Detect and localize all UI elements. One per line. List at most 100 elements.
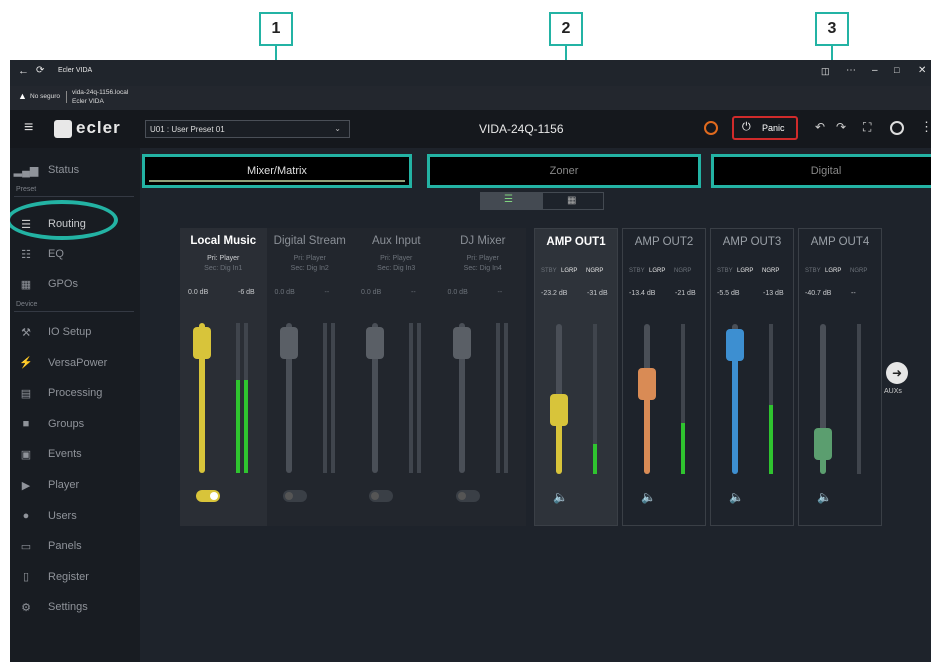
wrench-icon: ⚒ — [21, 326, 31, 339]
ngrp-label: NGRP — [586, 268, 604, 274]
channel-enable-toggle[interactable] — [455, 490, 480, 502]
more-icon[interactable]: ⋯ — [846, 65, 856, 76]
maximize-icon[interactable]: □ — [894, 65, 899, 75]
sidebar-item-routing[interactable]: ☰ Routing — [16, 212, 136, 236]
fader-knob[interactable] — [814, 428, 832, 460]
level-meter — [244, 323, 248, 473]
fader-knob[interactable] — [638, 368, 656, 400]
callout-2: 2 — [549, 12, 583, 46]
redo-icon[interactable]: ↷ — [836, 120, 846, 134]
speaker-icon: ■ — [22, 417, 30, 430]
help-icon[interactable] — [890, 121, 904, 135]
mute-speaker-icon[interactable]: 🔈 — [641, 491, 659, 505]
sidebar-item-eq[interactable]: ☷ EQ — [16, 242, 136, 266]
mute-speaker-icon[interactable]: 🔈 — [553, 491, 571, 505]
aux-next-button[interactable]: ➜ — [886, 362, 908, 384]
tab-digital[interactable]: Digital — [711, 154, 931, 188]
mute-speaker-icon[interactable]: 🔈 — [817, 491, 835, 505]
level-meter — [769, 324, 773, 474]
input-channel-name[interactable]: DJ Mixer — [440, 235, 527, 247]
output-peak-value: -21 dB — [675, 290, 696, 297]
output-peak-value: -13 dB — [763, 290, 784, 297]
address-bar[interactable]: ▲ No seguro vida-24q-1156.local Ecler VI… — [10, 86, 931, 110]
channel-enable-toggle[interactable] — [282, 490, 307, 502]
device-title: VIDA-24Q-1156 — [479, 122, 564, 136]
fader-knob[interactable] — [366, 326, 384, 359]
fader-knob[interactable] — [550, 393, 568, 426]
output-channel-name[interactable]: AMP OUT3 — [711, 236, 793, 248]
sidebar-item-register[interactable]: ▯ Register — [16, 565, 136, 589]
browser-titlebar: ← ⟳ Ecler VIDA ◫ ⋯ – □ ✕ — [10, 60, 931, 86]
sidebar-item-label: Status — [48, 164, 80, 176]
tab-label: Zoner — [549, 165, 579, 177]
panel-icon: ▭ — [20, 540, 32, 553]
sidebar-item-io-setup[interactable]: ⚒ IO Setup — [16, 320, 136, 344]
fullscreen-icon[interactable]: ⛶ — [863, 120, 871, 135]
fader-knob[interactable] — [726, 329, 744, 361]
output-gain-value: -23.2 dB — [541, 290, 568, 297]
level-meter-fill — [769, 405, 773, 474]
undo-icon[interactable]: ↶ — [815, 120, 825, 134]
grid-icon: ▦ — [567, 195, 577, 206]
address-host[interactable]: vida-24q-1156.local — [72, 89, 128, 96]
output-channel: AMP OUT4 STBY LGRP NGRP -40.7 dB -- 🔈 — [798, 228, 882, 526]
fader-knob[interactable] — [193, 326, 211, 359]
reload-icon[interactable]: ⟳ — [36, 65, 44, 76]
output-channel-name[interactable]: AMP OUT4 — [799, 236, 881, 248]
output-channel-name[interactable]: AMP OUT2 — [623, 236, 705, 248]
view-toggle-sliders[interactable]: ☰ — [480, 192, 542, 210]
input-primary-source: Pri: Player — [380, 255, 413, 262]
output-peak-value: -31 dB — [587, 290, 608, 297]
input-channel-name[interactable]: Aux Input — [353, 235, 440, 247]
sidebar-item-groups[interactable]: ■ Groups — [16, 412, 136, 436]
preset-select[interactable]: U01 : User Preset 01 ⌄ — [145, 120, 350, 138]
toggle-knob — [210, 492, 218, 500]
panic-button[interactable]: ⏻ Panic — [732, 116, 798, 140]
tab-mixer-matrix[interactable]: Mixer/Matrix — [142, 154, 412, 188]
output-channel-name[interactable]: AMP OUT1 — [535, 236, 617, 248]
channel-enable-toggle[interactable] — [196, 490, 220, 502]
bell-icon[interactable] — [704, 121, 718, 135]
input-channel: Aux Input Pri: Player Sec: Dig In3 0.0 dB -- — [353, 228, 440, 526]
sidebar-item-versapower[interactable]: ⚡ VersaPower — [16, 351, 136, 375]
input-gain-value: 0.0 dB — [188, 289, 209, 296]
fader-knob[interactable] — [452, 326, 471, 359]
view-toggle-matrix[interactable]: ▦ — [542, 192, 604, 210]
sidebar-item-player[interactable]: ▶ Player — [16, 473, 136, 497]
mute-speaker-icon[interactable]: 🔈 — [729, 491, 747, 505]
input-channel-name[interactable]: Local Music — [180, 235, 267, 247]
menu-icon[interactable]: ≡ — [24, 120, 33, 136]
calendar-icon: ▣ — [20, 448, 32, 461]
logo-icon — [54, 120, 72, 138]
fader-knob[interactable] — [279, 326, 298, 359]
standby-label: STBY — [717, 268, 733, 274]
channel-enable-toggle[interactable] — [369, 490, 393, 502]
sidebar-item-panels[interactable]: ▭ Panels — [16, 534, 136, 558]
toggle-knob — [371, 492, 379, 500]
lightning-icon: ⚡ — [19, 357, 33, 370]
lgrp-label: LGRP — [737, 268, 754, 274]
sliders-icon: ☰ — [504, 194, 513, 205]
routing-sign-icon: ☰ — [21, 218, 31, 231]
sidebar-item-gpos[interactable]: ▦ GPOs — [16, 272, 136, 296]
kebab-icon[interactable]: ⋮ — [920, 119, 931, 135]
sidebar-item-settings[interactable]: ⚙ Settings — [16, 595, 136, 619]
sidebar-item-processing[interactable]: ▤ Processing — [16, 381, 136, 405]
sidebar-item-status[interactable]: ▂▄▆ Status — [14, 158, 136, 182]
input-channel: Local Music Pri: Player Sec: Dig In1 0.0 dB… — [180, 228, 267, 526]
sidebar-item-label: Events — [48, 448, 82, 461]
browser-tab-title[interactable]: Ecler VIDA — [58, 67, 92, 74]
level-meter — [495, 323, 500, 473]
sidebar-item-events[interactable]: ▣ Events — [16, 442, 136, 466]
minimize-icon[interactable]: – — [872, 65, 878, 76]
input-channel-name[interactable]: Digital Stream — [267, 235, 354, 247]
close-icon[interactable]: ✕ — [918, 65, 926, 76]
sidebar-item-users[interactable]: ● Users — [16, 504, 136, 528]
translate-icon[interactable]: ◫ — [821, 66, 830, 77]
tab-zoner[interactable]: Zoner — [427, 154, 701, 188]
back-icon[interactable]: ← — [18, 65, 29, 77]
input-gain-value: 0.0 dB — [361, 289, 382, 296]
input-gain-value: 0.0 dB — [274, 289, 295, 296]
callout-3: 3 — [815, 12, 849, 46]
gpo-icon: ▦ — [20, 278, 32, 291]
